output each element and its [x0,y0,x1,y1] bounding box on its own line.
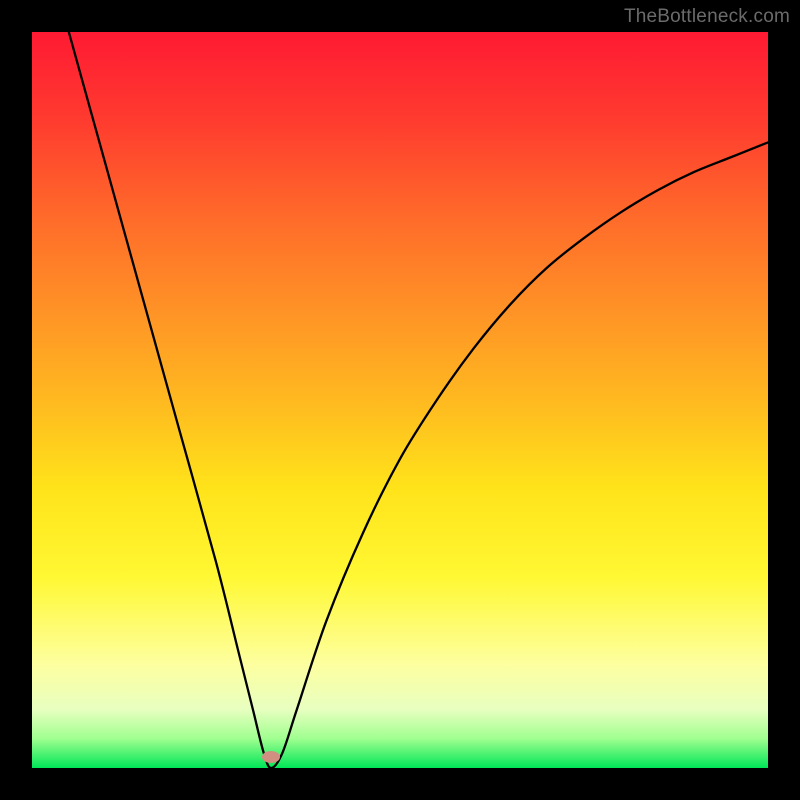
bottleneck-curve [69,32,768,768]
watermark-text: TheBottleneck.com [624,6,790,28]
chart-frame: TheBottleneck.com [0,0,800,800]
optimal-point-marker [262,751,280,763]
curve-svg [32,32,768,768]
plot-area [32,32,768,768]
